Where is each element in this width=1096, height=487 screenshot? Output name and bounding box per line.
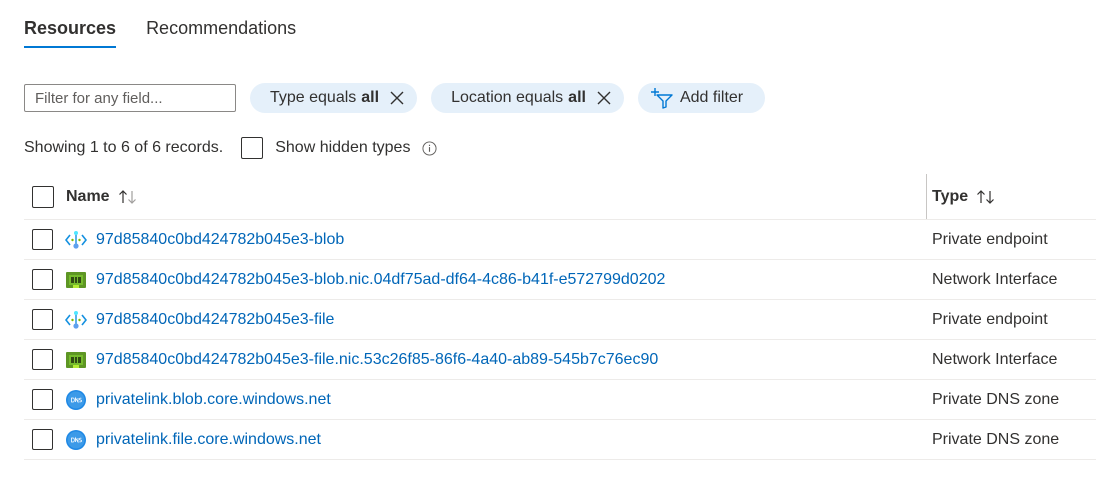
dns-zone-icon bbox=[66, 389, 86, 410]
resource-type: Private endpoint bbox=[932, 230, 1048, 248]
resource-type: Private DNS zone bbox=[932, 390, 1060, 408]
dns-zone-icon bbox=[66, 429, 86, 450]
filter-bar: Type equals all Location equals all Add … bbox=[24, 83, 766, 113]
resource-type: Network Interface bbox=[932, 270, 1058, 288]
private-endpoint-icon bbox=[65, 310, 87, 329]
resource-link[interactable]: privatelink.file.core.windows.net bbox=[96, 431, 321, 449]
row-checkbox[interactable] bbox=[32, 269, 53, 290]
location-filter-label: Location equals bbox=[451, 89, 564, 106]
column-divider[interactable] bbox=[926, 174, 927, 219]
name-column-header[interactable]: Name bbox=[24, 185, 140, 208]
name-column-label: Name bbox=[66, 187, 110, 205]
row-checkbox[interactable] bbox=[32, 229, 53, 250]
add-filter-icon bbox=[650, 88, 673, 109]
tab-bar: Resources Recommendations bbox=[24, 16, 326, 48]
filter-input[interactable] bbox=[24, 84, 236, 112]
table-row: 97d85840c0bd424782b045e3-file.nic.53c26f… bbox=[24, 340, 1096, 380]
select-all-checkbox[interactable] bbox=[32, 185, 54, 208]
resource-type: Private DNS zone bbox=[932, 430, 1060, 448]
row-checkbox[interactable] bbox=[32, 349, 53, 370]
sort-icon[interactable] bbox=[976, 189, 998, 205]
resource-link[interactable]: 97d85840c0bd424782b045e3-file.nic.53c26f… bbox=[96, 351, 658, 369]
network-interface-icon bbox=[66, 271, 86, 288]
resource-link[interactable]: 97d85840c0bd424782b045e3-file bbox=[96, 311, 334, 329]
table-row: 97d85840c0bd424782b045e3-file Private en… bbox=[24, 300, 1096, 340]
table-row: 97d85840c0bd424782b045e3-blob Private en… bbox=[24, 220, 1096, 260]
resource-link[interactable]: 97d85840c0bd424782b045e3-blob bbox=[96, 231, 344, 249]
type-filter-pill[interactable]: Type equals all bbox=[250, 83, 418, 113]
info-icon[interactable] bbox=[422, 140, 437, 156]
add-filter-label: Add filter bbox=[679, 89, 744, 106]
table-row: privatelink.blob.core.windows.net Privat… bbox=[24, 380, 1096, 420]
close-icon[interactable] bbox=[389, 90, 405, 106]
resource-type: Private endpoint bbox=[932, 310, 1048, 328]
resource-link[interactable]: privatelink.blob.core.windows.net bbox=[96, 391, 331, 409]
row-checkbox[interactable] bbox=[32, 389, 53, 410]
close-icon[interactable] bbox=[596, 90, 612, 106]
show-hidden-types-checkbox[interactable] bbox=[241, 137, 264, 159]
resources-table: Name Type 97d85840c0bd424782b045e3-blob … bbox=[24, 174, 1096, 460]
table-row: privatelink.file.core.windows.net Privat… bbox=[24, 420, 1096, 460]
row-checkbox[interactable] bbox=[32, 309, 53, 330]
add-filter-button[interactable]: Add filter bbox=[637, 83, 766, 113]
network-interface-icon bbox=[66, 351, 86, 368]
type-column-header[interactable]: Type bbox=[932, 188, 998, 206]
type-filter-label: Type equals bbox=[270, 89, 357, 106]
records-count: Showing 1 to 6 of 6 records. bbox=[24, 139, 224, 156]
show-hidden-types-label: Show hidden types bbox=[275, 139, 411, 156]
private-endpoint-icon bbox=[65, 230, 87, 249]
type-filter-value: all bbox=[361, 89, 380, 106]
location-filter-value: all bbox=[568, 89, 586, 106]
sort-ascending-icon[interactable] bbox=[118, 189, 140, 205]
tab-resources[interactable]: Resources bbox=[24, 16, 117, 48]
resource-link[interactable]: 97d85840c0bd424782b045e3-blob.nic.04df75… bbox=[96, 271, 665, 289]
type-column-label: Type bbox=[932, 187, 969, 205]
table-header: Name Type bbox=[24, 174, 1096, 220]
status-bar: Showing 1 to 6 of 6 records. Show hidden… bbox=[24, 135, 437, 161]
table-row: 97d85840c0bd424782b045e3-blob.nic.04df75… bbox=[24, 260, 1096, 300]
resource-type: Network Interface bbox=[932, 350, 1058, 368]
location-filter-pill[interactable]: Location equals all bbox=[431, 83, 624, 113]
row-checkbox[interactable] bbox=[32, 429, 53, 450]
tab-recommendations[interactable]: Recommendations bbox=[146, 16, 296, 48]
